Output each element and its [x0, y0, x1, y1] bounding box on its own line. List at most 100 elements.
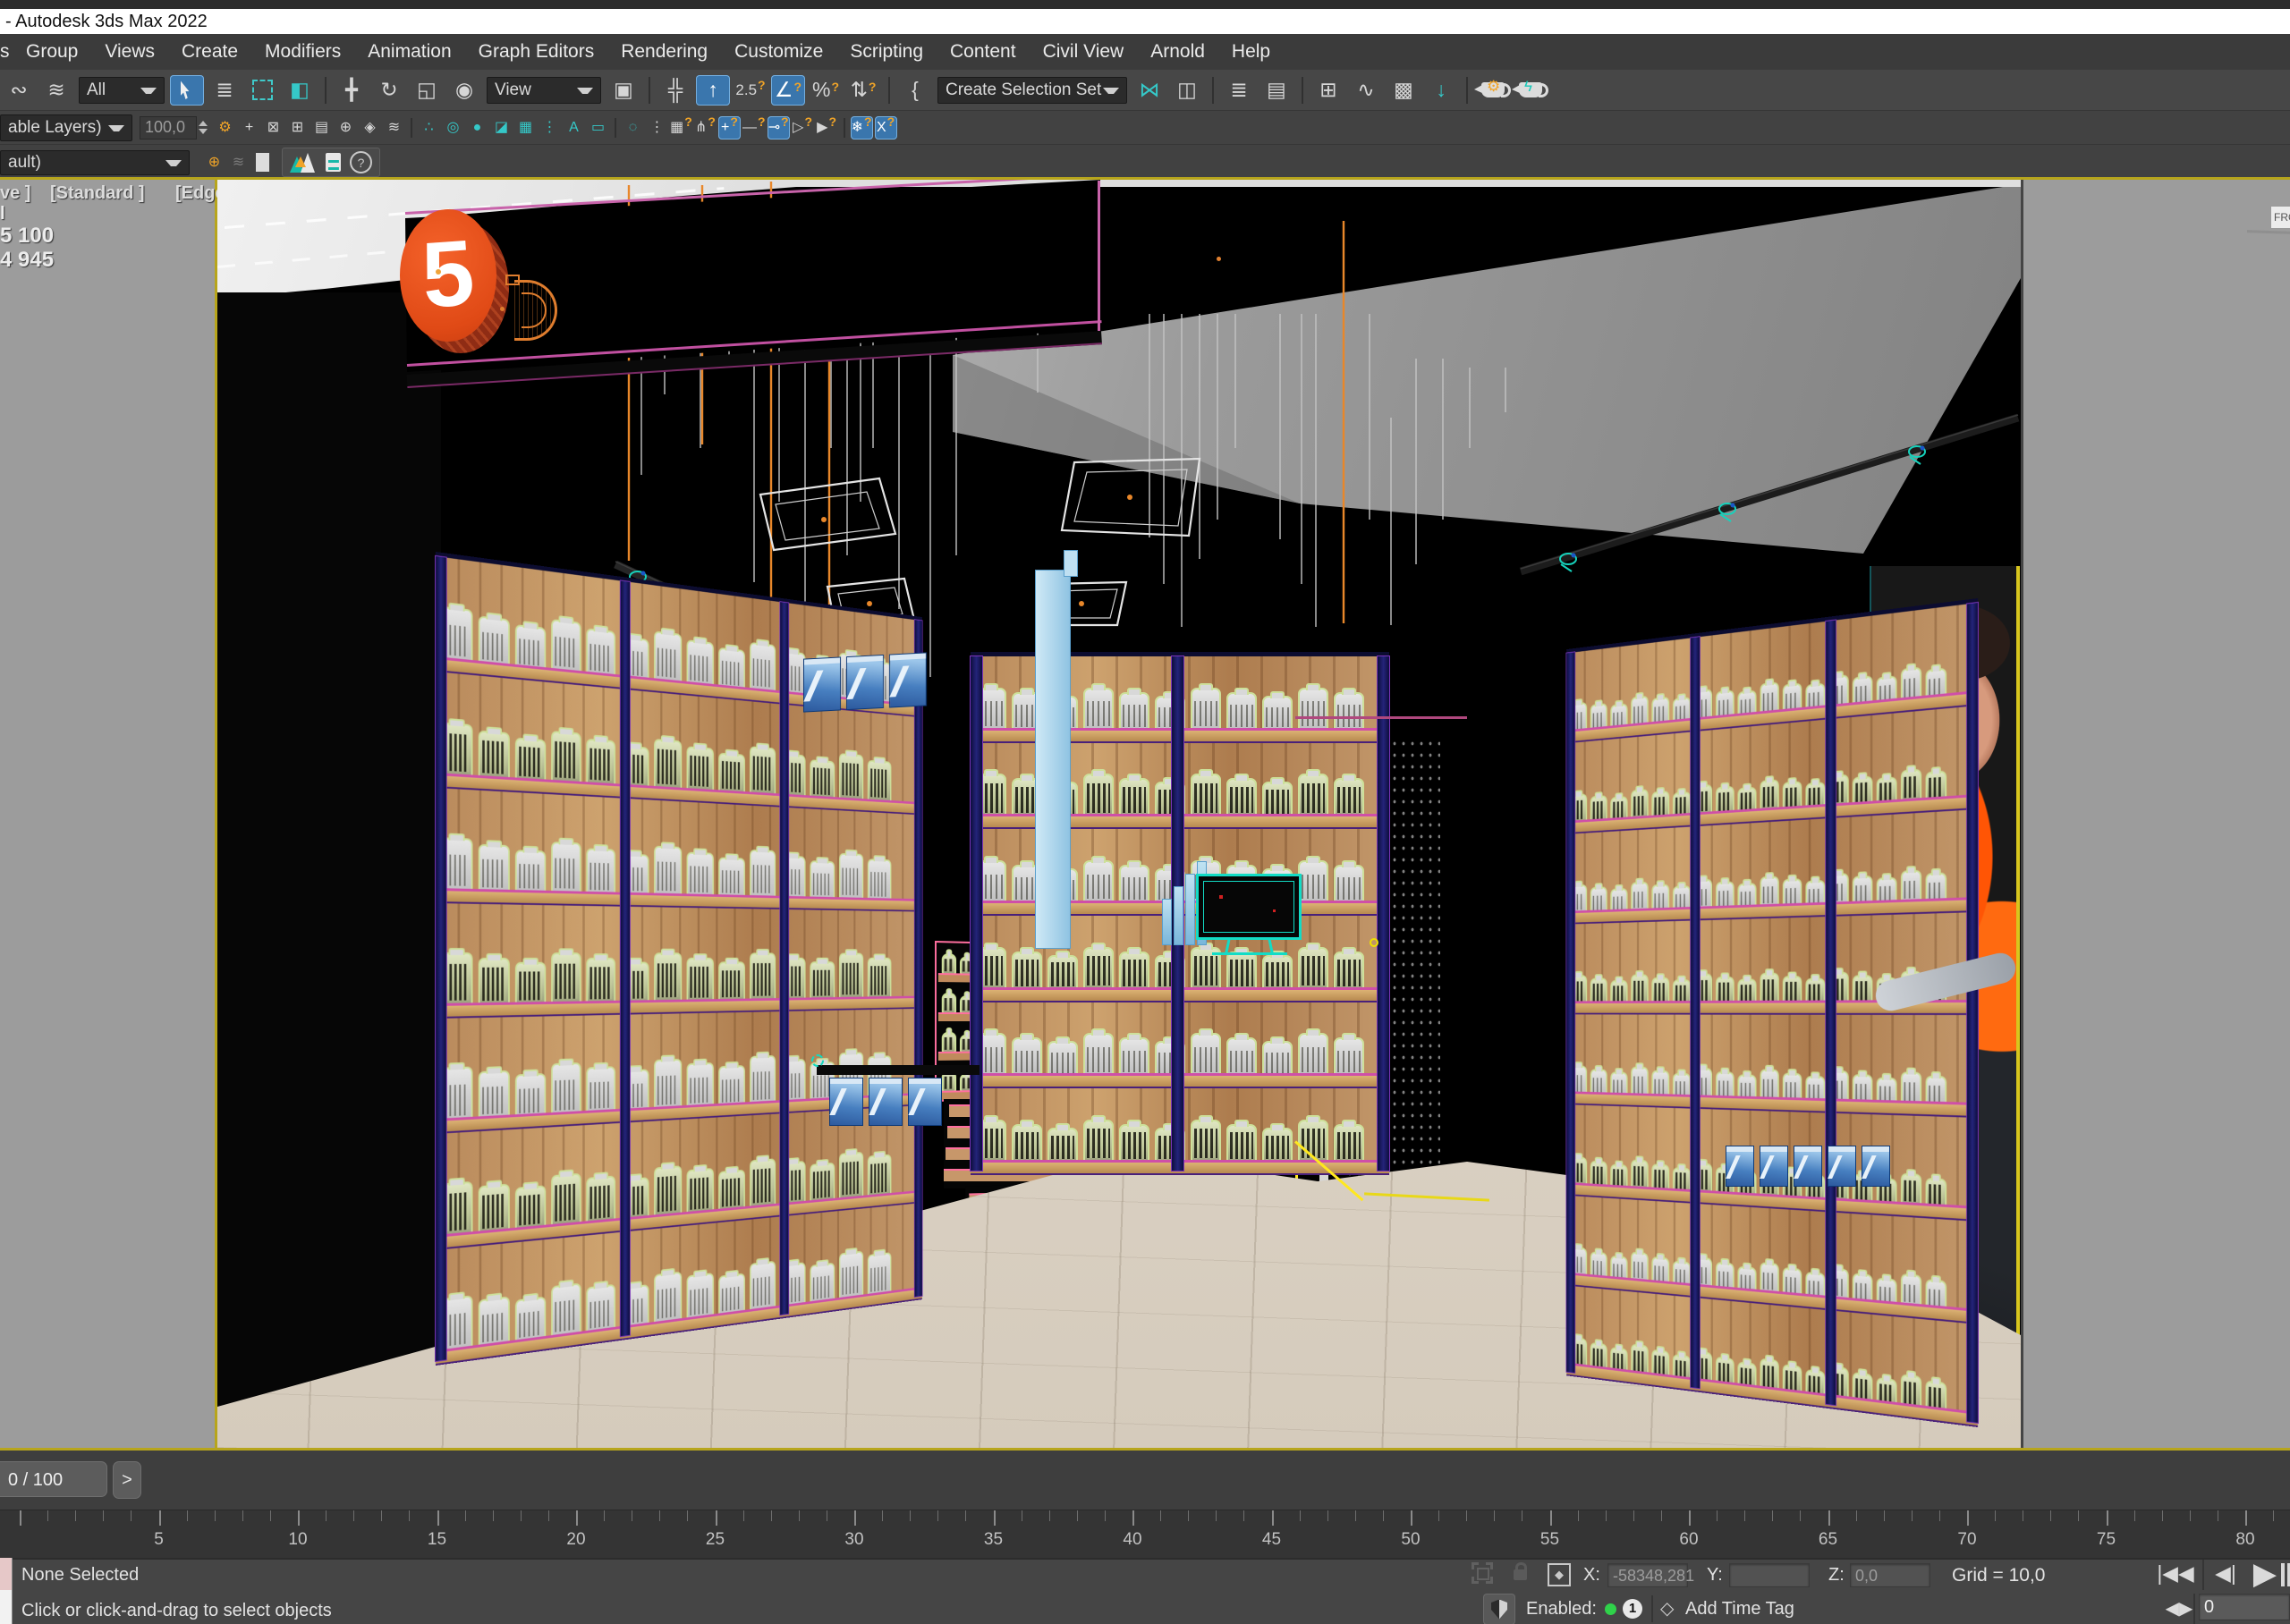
add-time-tag[interactable]: Add Time Tag	[1685, 1599, 1794, 1620]
window-crossing-icon[interactable]: ◧	[283, 75, 317, 106]
mini-listener[interactable]	[0, 1558, 13, 1624]
viewport-right-wall[interactable]	[2023, 180, 2290, 1448]
menu-item-views[interactable]: Views	[91, 34, 168, 70]
menu-item-group[interactable]: Group	[13, 34, 91, 70]
enabled-count-badge[interactable]: 1	[1623, 1599, 1642, 1619]
x-field[interactable]: -58348,281	[1607, 1563, 1688, 1587]
angle-snap-icon[interactable]: ∠	[771, 75, 805, 106]
menu-item-civil-view[interactable]: Civil View	[1030, 34, 1138, 70]
schematic-view-icon[interactable]: ∿	[1349, 75, 1383, 106]
snap-dots-icon[interactable]: ⋮	[646, 116, 668, 140]
menu-item-rendering[interactable]: Rendering	[607, 34, 721, 70]
align-icon[interactable]: ◫	[1170, 75, 1204, 106]
autogrid-icon[interactable]: A	[563, 116, 585, 140]
select-place-icon[interactable]: ◉	[447, 75, 481, 106]
add-to-layer-icon[interactable]: +	[238, 116, 260, 140]
target-icon[interactable]: ◎	[442, 116, 464, 140]
scene-explorer-icon[interactable]: ≣	[1222, 75, 1256, 106]
help-icon[interactable]: ?	[350, 151, 372, 173]
snaps-toggle-icon[interactable]: 2.5	[734, 75, 768, 106]
menu-item-arnold[interactable]: Arnold	[1137, 34, 1218, 70]
delete-layer-icon[interactable]: ⊠	[262, 116, 284, 140]
timeline-ruler[interactable]: 5101520253035404550556065707580	[0, 1510, 2290, 1559]
menu-item-customize[interactable]: Customize	[721, 34, 836, 70]
time-slider[interactable]: 0 / 100	[0, 1461, 107, 1497]
viewcube-front-chip[interactable]: FRON	[2270, 206, 2290, 229]
isolate-selection-icon[interactable]	[1472, 1562, 1493, 1584]
viewport-label-pov[interactable]: ve ]	[0, 183, 30, 204]
go-to-start-button[interactable]: |◀◀	[2154, 1561, 2197, 1586]
activeshade-teapot-icon[interactable]: ϟ	[1514, 75, 1548, 106]
face-snap-icon[interactable]: ▷	[792, 116, 814, 140]
key-mode-toggle[interactable]: ◀▶	[2161, 1597, 2197, 1620]
select-scale-icon[interactable]: ◱	[410, 75, 444, 106]
viewport-left-wall[interactable]	[0, 180, 215, 1448]
stack-icon[interactable]: ≋	[227, 151, 250, 174]
new-layer-icon[interactable]: ⊕	[335, 116, 357, 140]
select-rotate-icon[interactable]: ↻	[372, 75, 406, 106]
named-selection-dropdown[interactable]: Create Selection Set	[937, 77, 1127, 104]
viewport-label-renderer[interactable]: [Standard ]	[50, 183, 145, 204]
axis-constraint-icon[interactable]: X	[875, 116, 897, 140]
snap-frozen-icon[interactable]: ❄	[851, 116, 873, 140]
select-manipulate-icon[interactable]: ╬	[658, 75, 692, 106]
select-move-icon[interactable]: ╋	[335, 75, 369, 106]
keyboard-override-icon[interactable]: ↑	[696, 75, 730, 106]
reference-coordinate-dropdown[interactable]: View	[487, 77, 601, 104]
report-document-icon[interactable]	[326, 153, 341, 172]
spacing-tool-icon[interactable]: ●	[466, 116, 488, 140]
percent-snap-icon[interactable]: %	[809, 75, 843, 106]
clone-align-icon[interactable]: ◪	[490, 116, 513, 140]
menu-item-scripting[interactable]: Scripting	[836, 34, 937, 70]
layer-list-icon[interactable]: ≋	[383, 116, 405, 140]
layer-explorer-icon[interactable]: ▤	[1260, 75, 1293, 106]
title-bar[interactable]: - Autodesk 3ds Max 2022	[0, 9, 2290, 34]
edit-named-selection-icon[interactable]: {	[898, 75, 932, 106]
dots-column-icon[interactable]: ⋮	[539, 116, 561, 140]
absolute-mode-icon[interactable]: ◆	[1548, 1563, 1571, 1586]
menu-item-animation[interactable]: Animation	[354, 34, 464, 70]
copy-layer-icon[interactable]: ⊞	[286, 116, 309, 140]
viewport-scene[interactable]: 5Getto nextlevel	[217, 180, 2021, 1448]
curve-editor-icon[interactable]: ⊞	[1311, 75, 1345, 106]
select-object-icon[interactable]	[170, 75, 204, 106]
mirror-icon[interactable]: ⋈	[1132, 75, 1166, 106]
circle-dots-icon[interactable]: ◌	[622, 116, 644, 140]
menu-item-s[interactable]: s	[0, 34, 13, 70]
bar-icon[interactable]	[251, 151, 274, 174]
menu-item-create[interactable]: Create	[168, 34, 251, 70]
y-field[interactable]	[1729, 1563, 1810, 1587]
menu-item-modifiers[interactable]: Modifiers	[251, 34, 354, 70]
measure-icon[interactable]: ▭	[587, 116, 609, 140]
menu-item-content[interactable]: Content	[937, 34, 1030, 70]
play-button[interactable]: ▶	[2245, 1556, 2285, 1592]
select-in-layer-icon[interactable]: ◈	[359, 116, 381, 140]
selection-region-icon[interactable]	[245, 75, 279, 106]
select-by-name-icon[interactable]: ≣	[208, 75, 242, 106]
use-pivot-center-icon[interactable]: ▣	[606, 75, 640, 106]
z-field[interactable]: 0,0	[1850, 1563, 1930, 1587]
layer-properties-icon[interactable]: ▤	[310, 116, 333, 140]
material-editor-icon[interactable]: ▩	[1387, 75, 1421, 106]
preset-dropdown[interactable]: ault)	[0, 150, 190, 175]
midpoint-snap-icon[interactable]: ⊸	[768, 116, 790, 140]
pivot-snap-icon[interactable]: ⋔	[694, 116, 717, 140]
layer-spinner-field[interactable]: 100,0	[140, 116, 197, 140]
endpoint-snap-icon[interactable]: ▶	[816, 116, 838, 140]
next-frame-partial-icon[interactable]	[2281, 1563, 2285, 1586]
spinner-arrows[interactable]	[199, 121, 208, 134]
current-frame-field[interactable]: 0	[2199, 1594, 2290, 1620]
render-frame-icon[interactable]: ↓	[1424, 75, 1458, 106]
selection-filter-dropdown[interactable]: All	[79, 77, 165, 104]
layer-manager-icon[interactable]: ⚙	[214, 116, 236, 140]
edge-snap-icon[interactable]: —	[742, 116, 766, 140]
grid-icon[interactable]: ▦	[514, 116, 537, 140]
previous-frame-button[interactable]: ◀|	[2208, 1561, 2243, 1586]
caddy-shield-button[interactable]	[1483, 1594, 1515, 1624]
array-icon[interactable]: ∴	[418, 116, 440, 140]
select-and-link-icon[interactable]: ∾	[2, 75, 36, 106]
grid-snap-icon[interactable]: ▦	[670, 116, 692, 140]
bind-spacewarp-icon[interactable]: ≋	[39, 75, 73, 106]
selection-lock-icon[interactable]	[1514, 1569, 1527, 1580]
populate-trees-icon[interactable]	[290, 153, 317, 173]
